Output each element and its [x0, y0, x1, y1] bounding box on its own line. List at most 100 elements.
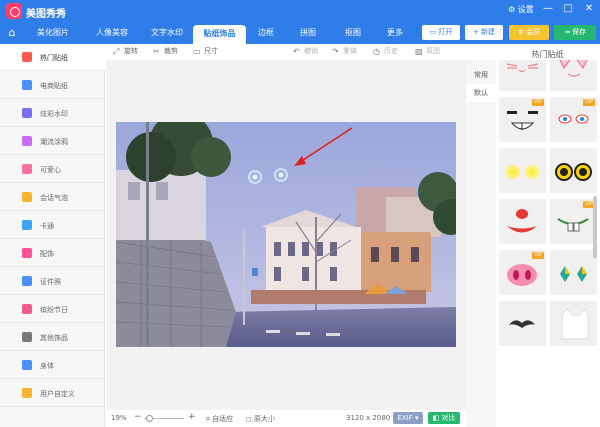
- tab-frames[interactable]: 边框: [247, 24, 285, 42]
- sticker-scrollbar[interactable]: [593, 196, 597, 258]
- open-button[interactable]: ▭ 打开: [422, 25, 460, 40]
- undo-icon: ↶: [293, 47, 300, 56]
- cat-whiskers-sticker[interactable]: [499, 60, 546, 91]
- mustache-sticker-art: [509, 320, 535, 328]
- sidebar-item-label: 身体: [40, 362, 54, 370]
- close-button[interactable]: ✕: [582, 3, 596, 14]
- vip-badge: VIP: [532, 252, 544, 259]
- original-size-icon: ◻: [246, 415, 252, 423]
- maximize-button[interactable]: □: [561, 3, 575, 14]
- settings-label: 设置: [517, 5, 534, 14]
- home-icon[interactable]: ⌂: [3, 25, 21, 41]
- history-tool[interactable]: ◷ 历史: [373, 46, 398, 56]
- sidebar-item-fire[interactable]: 热门贴纸: [0, 44, 105, 71]
- compare-button[interactable]: ◧ 对比: [428, 412, 460, 424]
- sidebar-item-cart[interactable]: 电商贴纸: [0, 72, 105, 99]
- id-photo-icon: [22, 276, 32, 286]
- pencil-icon: [22, 388, 32, 398]
- original-label: 原图: [426, 47, 440, 55]
- glowing-eyes-sticker[interactable]: [499, 148, 546, 193]
- minimize-button[interactable]: —: [541, 3, 555, 14]
- edited-photo[interactable]: [116, 122, 456, 347]
- teary-eyes-sticker[interactable]: VIP: [550, 97, 597, 142]
- clown-mouth-sticker-art: [507, 209, 537, 233]
- rotate-icon: ⤢: [113, 47, 120, 56]
- title-bar: 美图秀秀 ⚙ 设置 — □ ✕: [0, 0, 600, 22]
- toothy-grin-sticker[interactable]: VIP: [499, 97, 546, 142]
- sidebar-item-bow[interactable]: 配饰: [0, 240, 105, 267]
- save-icon: ⇥: [563, 28, 570, 36]
- new-label: 新建: [481, 28, 496, 36]
- fit-button[interactable]: ⌗ 自适应: [206, 414, 233, 424]
- diamond-cheeks-sticker[interactable]: [550, 250, 597, 295]
- tab-text-watermark[interactable]: 文字水印: [142, 24, 192, 42]
- sidebar-item-bear[interactable]: 卡通: [0, 212, 105, 239]
- clown-mouth-sticker[interactable]: [499, 199, 546, 244]
- undo-tool[interactable]: ↶ 撤销: [293, 46, 318, 56]
- subcategory-default[interactable]: 默认: [466, 84, 496, 102]
- zoom-level: 19%: [111, 414, 127, 422]
- exif-button[interactable]: EXIF ▾: [393, 412, 423, 424]
- gear-icon: ⚙: [508, 5, 516, 14]
- sidebar-item-pencil[interactable]: 用户自定义: [0, 380, 105, 407]
- cart-icon: [22, 80, 32, 90]
- original-tool[interactable]: ▨ 原图: [415, 46, 440, 56]
- sidebar-item-graffiti[interactable]: 潮流涂鸦: [0, 128, 105, 155]
- redo-tool[interactable]: ↷ 重做: [332, 46, 357, 56]
- tab-more[interactable]: 更多: [379, 24, 411, 42]
- resize-icon: ▭: [193, 47, 201, 56]
- open-label: 打开: [438, 28, 453, 36]
- settings-button[interactable]: ⚙ 设置: [508, 4, 534, 15]
- grid-icon: [22, 332, 32, 342]
- tab-collage[interactable]: 拼图: [288, 24, 328, 42]
- tab-cutout[interactable]: 抠图: [332, 24, 374, 42]
- vip-badge: VIP: [583, 99, 595, 106]
- redo-icon: ↷: [332, 47, 339, 56]
- mustache-sticker[interactable]: [499, 301, 546, 346]
- save-button[interactable]: ⇥ 保存: [554, 25, 596, 40]
- subcategory-common[interactable]: 常用: [466, 66, 496, 84]
- sidebar-item-label: 炫彩水印: [40, 110, 68, 118]
- pig-nose-sticker[interactable]: VIP: [499, 250, 546, 295]
- buck-teeth-sticker[interactable]: VIP: [550, 199, 597, 244]
- sidebar-item-watermark[interactable]: 炫彩水印: [0, 100, 105, 127]
- original-size-button[interactable]: ◻ 原大小: [246, 414, 275, 424]
- edit-toolbar: ⤢ 旋转 ✂ 裁剪 ▭ 尺寸 ↶ 撤销 ↷ 重做 ◷ 历史 ▨ 原图: [105, 44, 465, 58]
- vip-button[interactable]: ♛ 会员: [509, 25, 549, 40]
- tab-beautify[interactable]: 美化图片: [24, 24, 82, 42]
- sidebar-item-bubble[interactable]: 会话气泡: [0, 184, 105, 211]
- zoom-out-button[interactable]: −: [134, 412, 142, 422]
- bear-icon: [22, 220, 32, 230]
- sidebar-item-grid[interactable]: 其他饰品: [0, 324, 105, 351]
- original-size-label: 原大小: [254, 415, 276, 423]
- zoom-in-button[interactable]: +: [188, 412, 196, 422]
- rotate-tool[interactable]: ⤢ 旋转: [113, 46, 138, 56]
- zoom-slider-handle[interactable]: [146, 415, 153, 422]
- sidebar-item-id-photo[interactable]: 证件照: [0, 268, 105, 295]
- fire-icon: [22, 52, 32, 62]
- resize-tool[interactable]: ▭ 尺寸: [193, 46, 218, 56]
- sidebar-item-balloon[interactable]: 缤纷节日: [0, 296, 105, 323]
- sidebar-item-label: 可爱心: [40, 166, 61, 174]
- tab-portrait[interactable]: 人像美容: [83, 24, 141, 42]
- watermark-icon: [22, 108, 32, 118]
- diamond-cheeks-sticker-art: [560, 266, 587, 282]
- graffiti-icon: [22, 136, 32, 146]
- sidebar-item-label: 证件照: [40, 278, 61, 286]
- round-glasses-sticker[interactable]: [550, 148, 597, 193]
- crop-tool[interactable]: ✂ 裁剪: [153, 46, 178, 56]
- tab-stickers[interactable]: 贴纸饰品: [193, 25, 246, 44]
- sticker-grid: VIP VIP VIP VIP: [497, 60, 598, 427]
- white-cat-sticker[interactable]: [550, 301, 597, 346]
- vip-label: 会员: [526, 28, 541, 36]
- bow-icon: [22, 248, 32, 258]
- sidebar-item-heart[interactable]: 可爱心: [0, 156, 105, 183]
- sidebar-item-label: 热门贴纸: [40, 54, 68, 62]
- new-button[interactable]: + 新建: [465, 25, 503, 40]
- sidebar-item-person[interactable]: 身体: [0, 352, 105, 379]
- exif-label: EXIF: [397, 414, 413, 422]
- main-nav: ⌂ 美化图片 人像美容 文字水印 贴纸饰品 边框 拼图 抠图 更多 ▭ 打开 +…: [0, 22, 600, 44]
- size-label: 尺寸: [204, 47, 218, 55]
- sidebar-item-label: 潮流涂鸦: [40, 138, 68, 146]
- pink-ears-sticker[interactable]: [550, 60, 597, 91]
